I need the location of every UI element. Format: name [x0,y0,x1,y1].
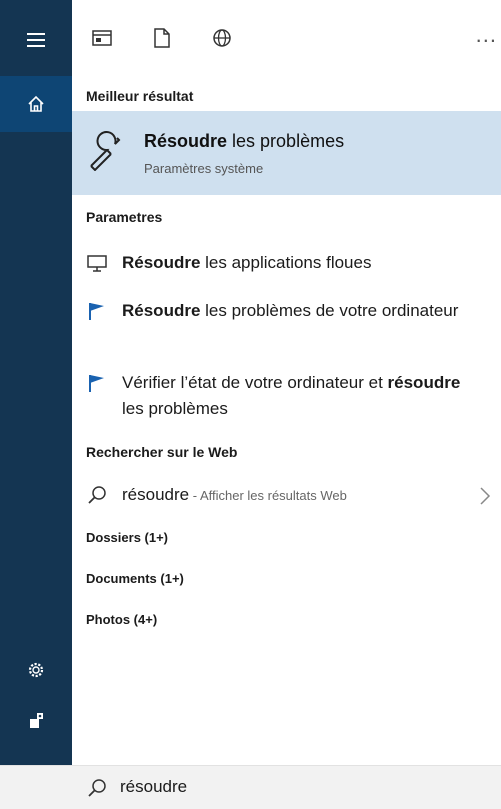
search-input[interactable]: résoudre [120,777,187,797]
documents-filter-button[interactable] [150,26,174,50]
search-results-panel: ... Meilleur résultat Résoudre les probl… [72,0,501,765]
feedback-button[interactable] [0,692,72,748]
settings-result-1-label: Résoudre les applications floues [122,253,372,272]
settings-result-2-label: Résoudre les problèmes de votre ordinate… [122,301,459,320]
home-icon [28,95,44,112]
flag-icon [89,303,104,320]
search-icon [88,486,106,504]
section-best-match: Meilleur résultat [86,88,194,104]
home-button[interactable] [0,76,72,132]
section-photos[interactable]: Photos (4+) [86,612,157,627]
sidebar [0,0,72,765]
section-folders[interactable]: Dossiers (1+) [86,530,168,545]
settings-result-1[interactable]: Résoudre les applications floues [86,250,486,278]
web-result-label: résoudre - Afficher les résultats Web [122,485,347,504]
more-options-button[interactable]: ... [476,22,497,48]
monitor-icon [87,255,107,272]
filter-toolbar: ... [72,0,501,76]
section-settings: Parametres [86,209,163,225]
search-box[interactable]: résoudre [0,765,501,809]
apps-filter-button[interactable] [90,26,114,50]
settings-button[interactable] [0,642,72,698]
hamburger-menu-icon [27,33,45,47]
chevron-right-icon[interactable] [479,486,491,506]
documents-filter-icon [154,28,170,48]
web-filter-button[interactable] [210,26,234,50]
web-filter-icon [213,29,231,47]
apps-filter-icon [92,30,112,46]
hamburger-menu-button[interactable] [0,12,72,68]
settings-result-3-label: Vérifier l’état de votre ordinateur et r… [122,373,461,418]
web-result-item[interactable]: résoudre - Afficher les résultats Web [86,482,500,510]
best-result-title: Résoudre les problèmes [144,131,345,151]
best-result-subtitle: Paramètres système [144,161,264,176]
flag-icon [89,375,104,392]
settings-result-2[interactable]: Résoudre les problèmes de votre ordinate… [86,298,486,352]
feedback-icon [30,713,43,728]
section-web: Rechercher sur le Web [86,444,238,460]
section-documents[interactable]: Documents (1+) [86,571,184,586]
best-result-item[interactable]: Résoudre les problèmes Paramètres systèm… [72,111,501,195]
settings-result-3[interactable]: Vérifier l’état de votre ordinateur et r… [86,370,486,424]
search-icon [88,779,106,797]
wrench-icon [90,131,121,171]
settings-gear-icon [28,662,44,678]
